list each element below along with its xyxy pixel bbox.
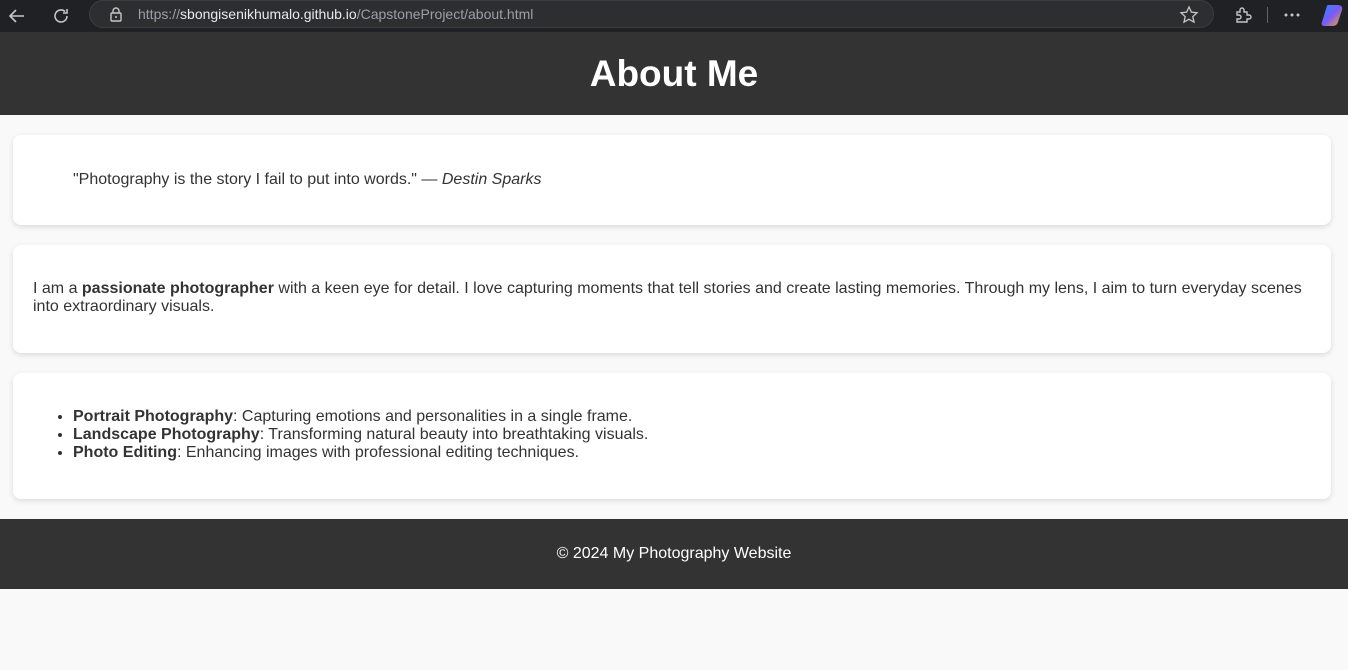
reload-icon <box>54 9 68 23</box>
extensions-icon[interactable] <box>1232 4 1254 26</box>
url-text[interactable]: https://sbongisenikhumalo.github.io/Caps… <box>138 6 533 22</box>
site-footer: © 2024 My Photography Website <box>0 519 1348 589</box>
about-prefix: I am a <box>33 280 82 297</box>
list-item: Portrait Photography: Capturing emotions… <box>73 408 648 426</box>
back-arrow-icon <box>8 9 24 23</box>
toolbar-divider <box>1267 7 1268 23</box>
copilot-icon[interactable] <box>1320 2 1346 28</box>
lock-icon[interactable] <box>108 6 124 22</box>
favorite-star-icon[interactable] <box>1179 5 1199 25</box>
about-paragraph: I am a passionate photographer with a ke… <box>33 280 1311 316</box>
footer-text: © 2024 My Photography Website <box>556 545 792 562</box>
service-title: Photo Editing <box>73 444 177 461</box>
about-highlight: passionate photographer <box>81 280 274 297</box>
quote-text: "Photography is the story I fail to put … <box>73 171 442 188</box>
back-button[interactable] <box>5 4 29 28</box>
services-list: Portrait Photography: Capturing emotions… <box>73 408 648 462</box>
more-options-icon[interactable] <box>1281 4 1303 26</box>
page-title: About Me <box>589 52 759 94</box>
quote-author: Destin Sparks <box>441 171 542 188</box>
browser-toolbar: https://sbongisenikhumalo.github.io/Caps… <box>0 0 1348 32</box>
reload-button[interactable] <box>49 4 73 28</box>
service-desc: : Transforming natural beauty into breat… <box>259 426 649 443</box>
address-bar[interactable]: https://sbongisenikhumalo.github.io/Caps… <box>89 0 1214 28</box>
service-title: Portrait Photography <box>73 408 234 425</box>
quote-card: "Photography is the story I fail to put … <box>13 135 1331 225</box>
list-item: Landscape Photography: Transforming natu… <box>73 426 648 444</box>
url-path: /CapstoneProject/about.html <box>356 6 534 22</box>
about-card: I am a passionate photographer with a ke… <box>13 245 1331 353</box>
url-scheme: https:// <box>138 6 181 22</box>
quote: "Photography is the story I fail to put … <box>73 171 541 189</box>
site-header: About Me <box>0 32 1348 115</box>
url-host: sbongisenikhumalo.github.io <box>180 6 357 22</box>
service-title: Landscape Photography <box>73 426 260 443</box>
service-desc: : Capturing emotions and personalities i… <box>233 408 633 425</box>
services-card: Portrait Photography: Capturing emotions… <box>13 373 1331 499</box>
service-desc: : Enhancing images with professional edi… <box>176 444 580 461</box>
list-item: Photo Editing: Enhancing images with pro… <box>73 444 648 462</box>
